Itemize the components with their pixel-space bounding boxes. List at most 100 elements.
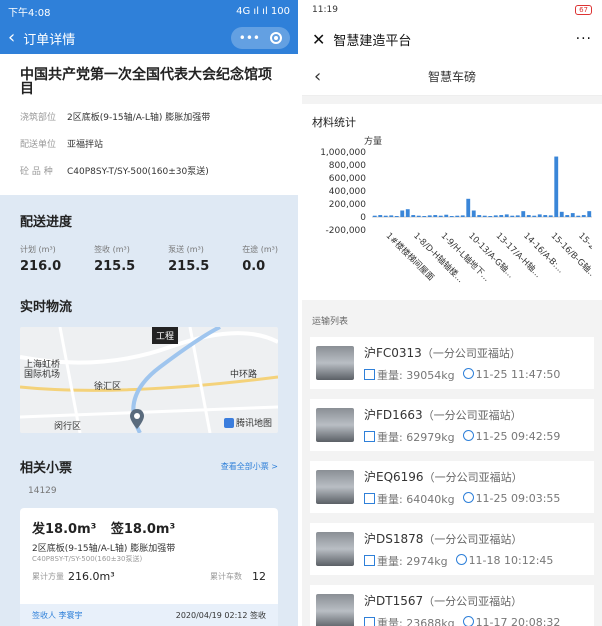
truck-thumbnail (316, 470, 354, 504)
weight-text: 重量: 23688kg (377, 616, 455, 626)
bar (444, 214, 449, 217)
tencent-map-icon (223, 417, 234, 428)
order-title: 中国共产党第一次全国代表大会纪念馆项目 (20, 67, 272, 97)
time-text: 11-17 20:08:32 (475, 616, 561, 626)
map-label: 国际机场 (24, 370, 61, 380)
bar (427, 215, 432, 217)
bar (510, 215, 515, 217)
close-icon[interactable]: ✕ (312, 30, 325, 49)
delivery-section: 配送进度 计划 (m³) 216.0 签收 (m³) 215.5 泵送 (m³)… (0, 195, 298, 274)
ticket-card[interactable]: 发18.0m³ 签18.0m³ 2区底板(9-15轴/A-L轴) 膨胀加强带 C… (20, 508, 278, 626)
info-row: 配送单位 亚福拌站 (20, 137, 278, 150)
truck-meta: 重量: 23688kg 11-17 20:08:32 (364, 615, 560, 626)
ticket-desc: 2区底板(9-15轴/A-L轴) 膨胀加强带 (32, 544, 176, 554)
stat-value: 0.0 (242, 259, 266, 274)
view-all-tickets-link[interactable]: 查看全部小票 > (221, 461, 278, 472)
scale-icon (364, 430, 375, 442)
status-time: 11:19 (312, 5, 338, 15)
company-text: （一分公司亚福站） (423, 532, 523, 546)
bar (521, 211, 526, 217)
clock-icon (462, 616, 474, 626)
bar (554, 156, 559, 217)
truck-info: 沪DT1567（一分公司亚福站） 重量: 23688kg 11-17 20:08:… (364, 592, 560, 626)
bar (543, 215, 548, 217)
ticket-sub: C40P8SY-T/SY-500(160±30泵送) (32, 555, 143, 563)
list-item[interactable]: 沪FD1663（一分公司亚福站） 重量: 62979kg 11-25 09:42:… (310, 399, 594, 451)
more-menu-icon[interactable]: ••• (239, 31, 260, 45)
material-chart: 方量 1,000,000 800,000 600,000 400,000 200,000… (320, 135, 602, 285)
bar (532, 215, 537, 217)
cars-label: 累计车数 (210, 572, 242, 581)
page-header: ‹ 智慧车磅 (302, 58, 602, 96)
clock-icon (455, 554, 467, 565)
scale-icon (364, 492, 375, 504)
ticket-number: 14129 (28, 486, 57, 496)
weight-text: 重量: 39054kg (377, 368, 455, 382)
page-title: 智慧车磅 (427, 70, 476, 84)
tickets-header: 相关小票 查看全部小票 > (20, 457, 278, 476)
list-item[interactable]: 沪EQ6196（一分公司亚福站） 重量: 64040kg 11-25 09:03:… (310, 461, 594, 513)
truck-meta: 重量: 39054kg 11-25 11:47:50 (364, 367, 560, 383)
bar (378, 215, 383, 217)
plate-text: 沪FD1663 (364, 407, 423, 422)
map-brand-text: 腾讯地图 (235, 419, 272, 429)
list-item[interactable]: 沪DS1878（一分公司亚福站） 重量: 2974kg 11-18 10:12:4… (310, 523, 594, 575)
truck-meta: 重量: 62979kg 11-25 09:42:59 (364, 429, 560, 445)
ticket-footer: 签收人 李寰宇 2020/04/19 02:12 签收 (20, 604, 278, 626)
close-mini-program-icon[interactable] (270, 32, 282, 44)
bar (537, 214, 542, 217)
logistics-map[interactable]: 上海虹桥 国际机场 徐汇区 闵行区 中环路 工程 腾讯地图 (20, 327, 278, 433)
battery-icon: 67 (575, 5, 592, 15)
bar (389, 215, 394, 217)
ticket-volumes: 发18.0m³ 签18.0m³ (32, 518, 266, 537)
ticket-sign-time: 2020/04/19 02:12 签收 (175, 610, 266, 620)
cum-label: 累计方量 (32, 572, 64, 581)
bar (394, 216, 399, 218)
back-icon[interactable]: ‹ (8, 29, 15, 47)
ticket-totals: 累计方量 216.0m³ 累计车数 12 (32, 570, 266, 583)
time-text: 11-18 10:12:45 (468, 554, 554, 567)
truck-plate: 沪EQ6196（一分公司亚福站） (364, 468, 560, 485)
list-item[interactable]: 沪DT1567（一分公司亚福站） 重量: 23688kg 11-17 20:08:… (310, 585, 594, 626)
cum-value: 216.0m³ (68, 570, 115, 583)
back-icon[interactable]: ‹ (314, 66, 321, 87)
bar (482, 215, 487, 217)
company-text: （一分公司亚福站） (423, 594, 523, 608)
y-tick-label: 600,000 (329, 174, 366, 184)
truck-info: 沪FD1663（一分公司亚福站） 重量: 62979kg 11-25 09:42:… (364, 406, 560, 445)
stat-value: 216.0 (20, 259, 62, 274)
bar (383, 215, 388, 217)
location-pin-icon (130, 409, 144, 429)
more-icon[interactable]: ··· (576, 31, 592, 47)
cars-value: 12 (252, 570, 266, 583)
order-info-card: 中国共产党第一次全国代表大会纪念馆项目 浇筑部位 2区底板(9-15轴/A-L轴… (0, 54, 298, 195)
material-stats-card: 材料统计 方量 1,000,000 800,000 600,000 400,000 20… (302, 104, 602, 300)
info-key: 配送单位 (20, 140, 57, 150)
x-tick-label: 1#楼楼梯间屋面 (384, 230, 437, 283)
bar (411, 215, 416, 217)
weight-text: 重量: 64040kg (377, 492, 455, 506)
nav-bar: ‹ 订单详情 ••• (0, 22, 298, 54)
bar (471, 210, 476, 217)
info-key: 砼 品 种 (20, 167, 53, 177)
y-axis-label: 方量 (364, 135, 382, 147)
info-row: 浇筑部位 2区底板(9-15轴/A-L轴) 膨胀加强带 (20, 110, 278, 123)
time-text: 11-25 11:47:50 (475, 368, 561, 381)
plate-text: 沪DS1878 (364, 531, 424, 546)
bar (587, 211, 592, 217)
x-tick-label: 1-9/H-L轴地下... (439, 230, 492, 283)
map-brand: 腾讯地图 (223, 416, 272, 429)
truck-scale-screen: 11:19 67 ✕ 智慧建造平台 ··· ‹ 智慧车磅 材料统计 方量 1,0… (302, 0, 602, 626)
bar (422, 216, 427, 218)
info-value: 2区底板(9-15轴/A-L轴) 膨胀加强带 (67, 113, 211, 123)
truck-list: 沪FC0313（一分公司亚福站） 重量: 39054kg 11-25 11:47:… (302, 337, 602, 626)
bar (581, 215, 586, 217)
map-label: 闵行区 (54, 422, 82, 432)
info-value: 亚福拌站 (67, 140, 104, 150)
map-project-tag[interactable]: 工程 (152, 327, 179, 344)
bar (455, 215, 460, 217)
bars (372, 156, 592, 218)
list-item[interactable]: 沪FC0313（一分公司亚福站） 重量: 39054kg 11-25 11:47:… (310, 337, 594, 389)
chart-card-title: 材料统计 (312, 116, 356, 129)
company-text: （一分公司亚福站） (422, 408, 522, 422)
